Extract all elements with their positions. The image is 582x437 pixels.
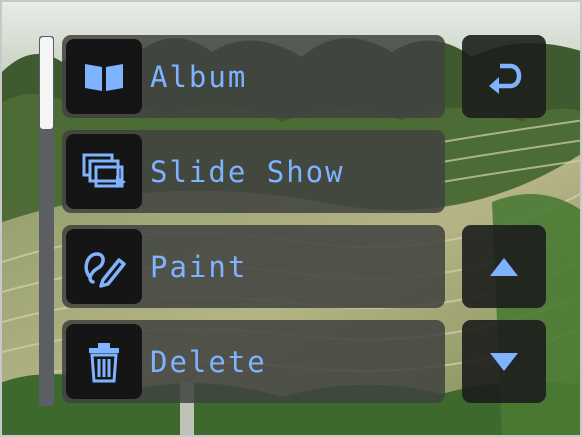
menu-item-album[interactable]: Album [62,35,445,118]
arrow-down-icon [490,352,518,371]
menu-item-label: Slide Show [150,155,345,189]
book-icon [66,39,142,114]
scrollbar-thumb[interactable] [40,37,53,129]
scrollbar[interactable] [39,36,54,406]
arrow-up-icon [490,257,518,276]
slideshow-icon [66,134,142,209]
camera-menu-screen: Album Slide Show Paint Delete [0,0,582,437]
menu-item-paint[interactable]: Paint [62,225,445,308]
paint-icon [66,229,142,304]
menu-item-slide-show[interactable]: Slide Show [62,130,445,213]
menu-item-label: Album [150,60,248,94]
trash-icon [66,324,142,399]
menu-item-label: Delete [150,345,267,379]
scroll-up-button[interactable] [462,225,546,308]
return-arrow-icon [489,63,522,94]
scroll-down-button[interactable] [462,320,546,403]
back-button[interactable] [462,35,546,118]
menu-item-label: Paint [150,250,248,284]
menu-item-delete[interactable]: Delete [62,320,445,403]
